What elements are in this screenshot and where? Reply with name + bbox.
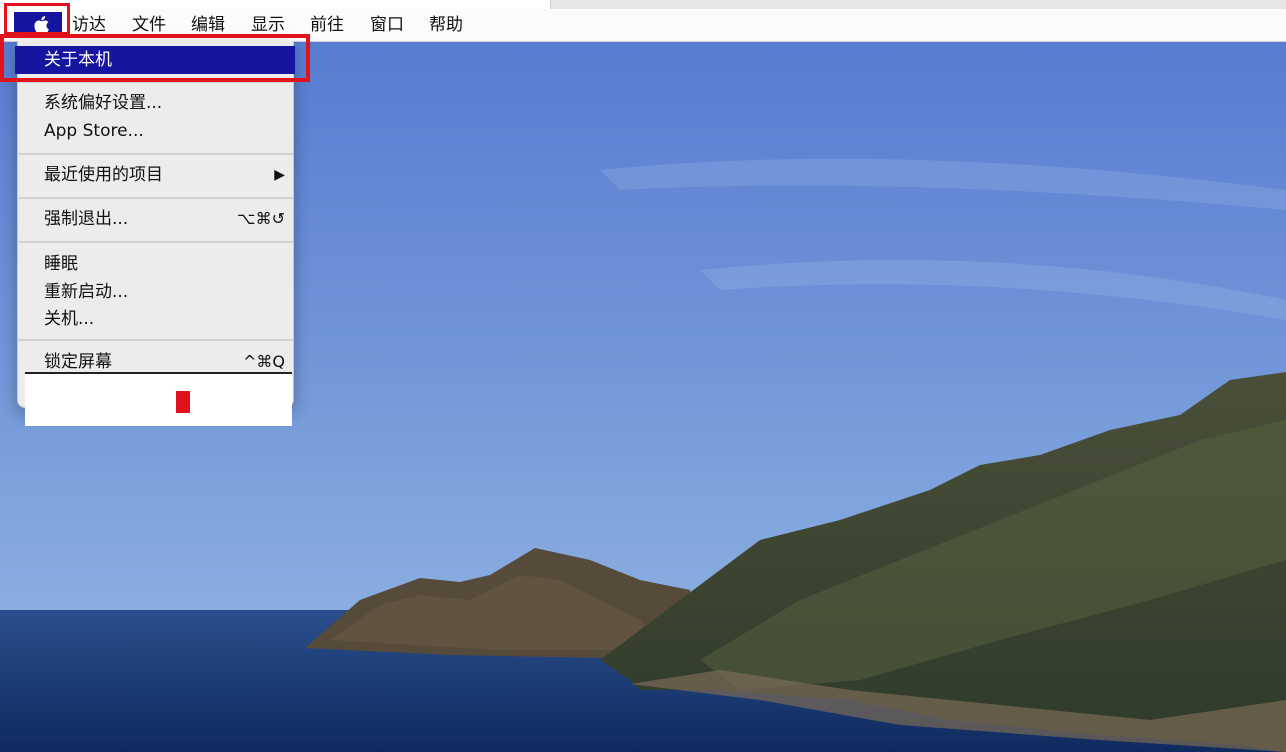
menu-help[interactable]: 帮助 xyxy=(429,13,463,37)
menu-item-shutdown[interactable]: 关机... xyxy=(44,307,94,331)
force-quit-shortcut: ⌥⌘↺ xyxy=(237,209,285,228)
annotation-highlight-box xyxy=(0,34,310,82)
menu-go[interactable]: 前往 xyxy=(310,13,344,37)
annotation-red-mark xyxy=(176,391,190,413)
apple-dropdown-menu: 关于本机 系统偏好设置... App Store... 最近使用的项目 ▶ 强制… xyxy=(15,41,295,408)
menu-item-system-preferences[interactable]: 系统偏好设置... xyxy=(44,91,162,115)
menu-item-force-quit[interactable]: 强制退出... xyxy=(44,207,128,231)
menu-separator xyxy=(18,153,293,155)
menu-separator xyxy=(18,339,293,341)
submenu-arrow-icon: ▶ xyxy=(274,167,285,183)
lock-screen-shortcut: ^⌘Q xyxy=(243,352,285,371)
menu-item-app-store[interactable]: App Store... xyxy=(44,119,144,143)
menu-separator xyxy=(18,197,293,199)
menu-window[interactable]: 窗口 xyxy=(370,13,404,37)
menu-item-restart[interactable]: 重新启动... xyxy=(44,280,128,304)
menu-separator xyxy=(18,241,293,243)
annotation-highlight-box xyxy=(4,3,70,35)
white-cover-patch xyxy=(25,372,292,426)
menu-item-sleep[interactable]: 睡眠 xyxy=(44,252,78,276)
menu-item-lock-screen[interactable]: 锁定屏幕 xyxy=(44,350,112,374)
menu-item-recent-items[interactable]: 最近使用的项目 xyxy=(44,163,163,187)
